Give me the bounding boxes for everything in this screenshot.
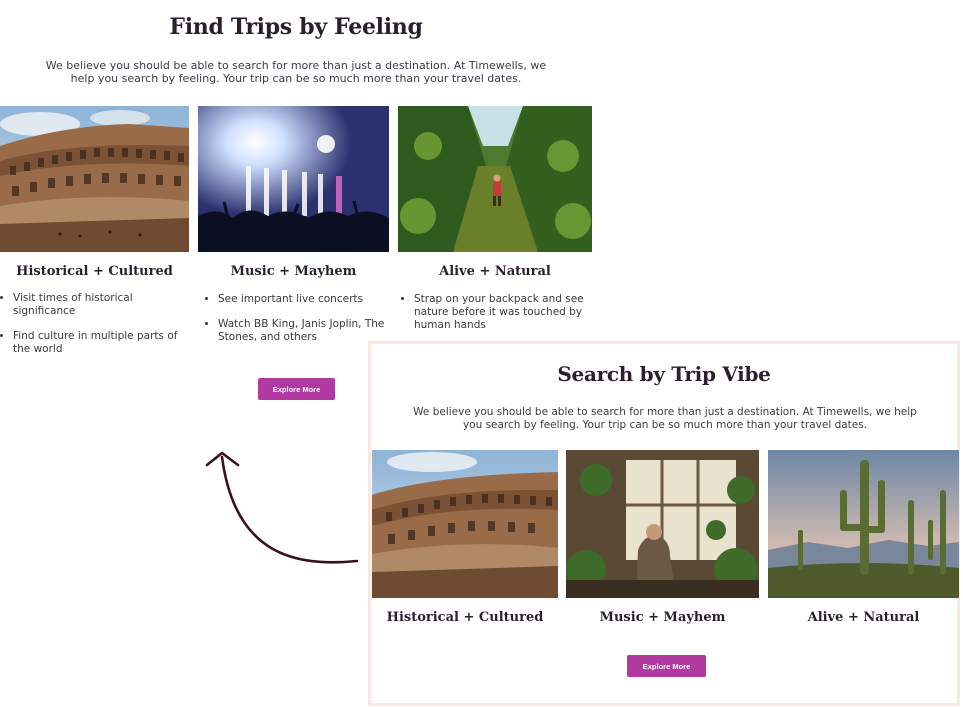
explore-more-button[interactable]: Explore More <box>258 378 335 400</box>
card-title: Music + Mayhem <box>230 264 357 279</box>
bullet-list: Strap on your backpack and see nature be… <box>401 293 594 344</box>
curved-arrow-icon <box>200 445 365 570</box>
list-item: Find culture in multiple parts of the wo… <box>13 330 191 356</box>
colosseum-photo[interactable] <box>372 450 558 598</box>
card-title: Alive + Natural <box>807 610 920 625</box>
card-title: Historical + Cultured <box>16 264 173 279</box>
card-title: Historical + Cultured <box>386 610 544 625</box>
jungle-hiker-photo[interactable] <box>398 106 592 252</box>
concert-crowd-photo[interactable] <box>198 106 389 252</box>
greenhouse-plants-photo[interactable] <box>566 450 759 598</box>
section-intro: We believe you should be able to search … <box>45 59 547 85</box>
list-item: See important live concerts <box>218 293 398 306</box>
card-title: Music + Mayhem <box>599 610 726 625</box>
colosseum-photo[interactable] <box>0 106 189 252</box>
redesign-card: Search by Trip Vibe We believe you shoul… <box>368 341 960 706</box>
list-item: Visit times of historical significance <box>13 292 191 318</box>
bullet-list: Visit times of historical significance F… <box>0 292 191 368</box>
section-title: Search by Trip Vibe <box>557 362 771 386</box>
section-intro: We believe you should be able to search … <box>413 406 917 431</box>
list-item: Strap on your backpack and see nature be… <box>414 293 594 332</box>
section-title: Find Trips by Feeling <box>169 14 423 40</box>
desert-cactus-photo[interactable] <box>768 450 959 598</box>
explore-more-button[interactable]: Explore More <box>627 655 706 677</box>
card-title: Alive + Natural <box>439 264 551 279</box>
